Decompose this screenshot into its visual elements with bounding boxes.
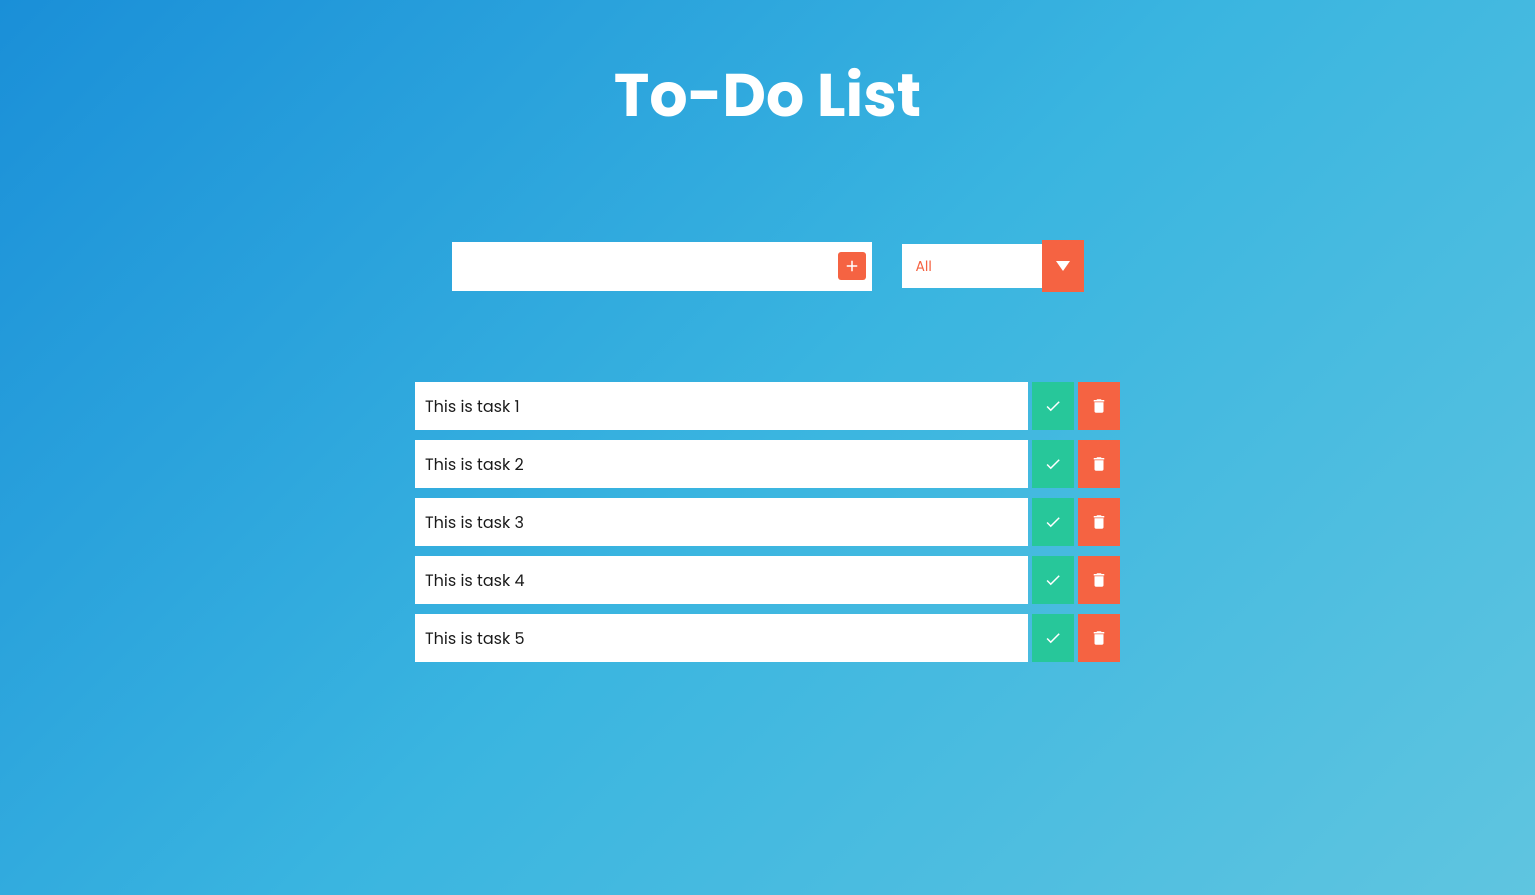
task-text: This is task 5 [415, 614, 1028, 662]
check-icon [1044, 397, 1062, 415]
task-input-wrapper [452, 242, 872, 291]
plus-icon [843, 257, 861, 275]
controls-row: All [452, 240, 1084, 292]
trash-icon [1090, 513, 1108, 531]
complete-task-button[interactable] [1032, 440, 1074, 488]
add-task-button[interactable] [838, 252, 866, 280]
check-icon [1044, 629, 1062, 647]
trash-icon [1090, 455, 1108, 473]
task-text: This is task 4 [415, 556, 1028, 604]
complete-task-button[interactable] [1032, 498, 1074, 546]
task-row: This is task 5 [415, 614, 1120, 662]
trash-icon [1090, 397, 1108, 415]
complete-task-button[interactable] [1032, 382, 1074, 430]
task-text: This is task 1 [415, 382, 1028, 430]
task-input[interactable] [462, 242, 862, 291]
trash-icon [1090, 571, 1108, 589]
task-list: This is task 1 This is task 2 This is ta… [415, 382, 1120, 662]
check-icon [1044, 513, 1062, 531]
check-icon [1044, 571, 1062, 589]
delete-task-button[interactable] [1078, 556, 1120, 604]
filter-wrapper: All [902, 240, 1084, 292]
page-title: To-Do List [614, 50, 921, 140]
delete-task-button[interactable] [1078, 382, 1120, 430]
trash-icon [1090, 629, 1108, 647]
task-text: This is task 3 [415, 498, 1028, 546]
complete-task-button[interactable] [1032, 614, 1074, 662]
check-icon [1044, 455, 1062, 473]
task-row: This is task 3 [415, 498, 1120, 546]
delete-task-button[interactable] [1078, 614, 1120, 662]
filter-select[interactable]: All [902, 244, 1042, 288]
task-text: This is task 2 [415, 440, 1028, 488]
task-row: This is task 4 [415, 556, 1120, 604]
task-row: This is task 1 [415, 382, 1120, 430]
delete-task-button[interactable] [1078, 498, 1120, 546]
chevron-down-icon [1042, 240, 1084, 292]
task-row: This is task 2 [415, 440, 1120, 488]
complete-task-button[interactable] [1032, 556, 1074, 604]
delete-task-button[interactable] [1078, 440, 1120, 488]
